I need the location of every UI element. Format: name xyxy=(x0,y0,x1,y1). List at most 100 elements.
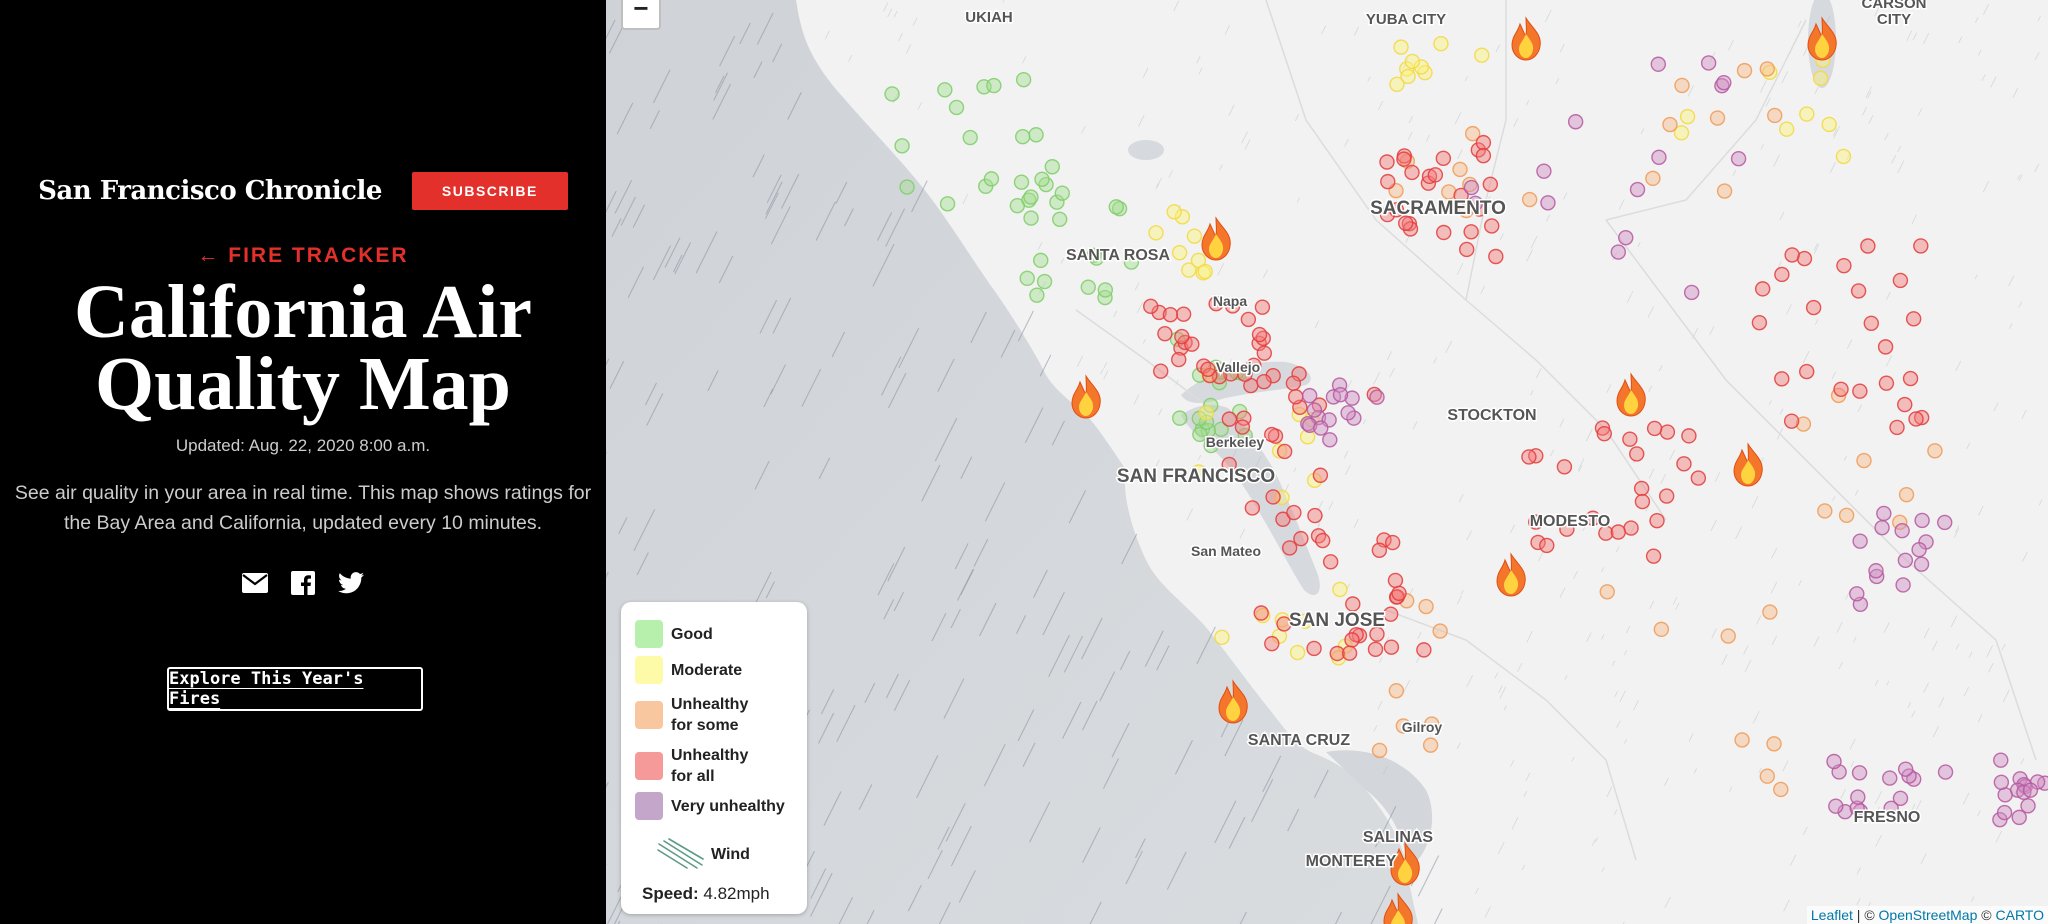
wind-streak xyxy=(1426,134,1430,142)
leaflet-link[interactable]: Leaflet xyxy=(1811,907,1853,923)
explore-fires-button[interactable]: Explore This Year's Fires xyxy=(167,667,423,711)
wind-streak xyxy=(1464,76,1469,82)
sensor-dot-very-unhealthy xyxy=(1996,804,2013,821)
wind-streak xyxy=(1779,212,1785,221)
facebook-icon[interactable] xyxy=(290,570,316,596)
sensor-dot-good xyxy=(937,82,953,98)
wind-streak xyxy=(1938,696,1945,708)
wind-streak xyxy=(1760,80,1767,93)
city-label: SAN JOSE xyxy=(1289,610,1385,631)
air-quality-map[interactable]: UKIAH YUBA CITY CARSON CITY SACRAMENTO SANTA … xyxy=(606,0,2048,924)
sensor-dot-unhealthy-for-some xyxy=(1599,584,1615,600)
fire-tracker-link[interactable]: ← FIRE TRACKER xyxy=(0,244,606,268)
wind-streak xyxy=(1721,654,1728,666)
wind-streak xyxy=(1897,160,1905,174)
sensor-dot-good xyxy=(962,129,978,146)
wind-streak xyxy=(887,8,893,18)
wind-streak xyxy=(1377,700,1383,710)
wind-streak xyxy=(1536,368,1542,379)
wind-streak xyxy=(1648,468,1655,479)
wind-streak xyxy=(1770,581,1778,594)
wind-streak xyxy=(1563,192,1568,200)
sensor-dot-very-unhealthy xyxy=(1914,512,1930,529)
wind-streak xyxy=(1843,455,1848,461)
sensor-dot-unhealthy-for-all xyxy=(1157,325,1173,342)
wind-streak xyxy=(1314,320,1320,329)
wind-streak xyxy=(1103,362,1108,368)
wind-streak xyxy=(1625,625,1631,634)
sensor-dot-unhealthy-for-all xyxy=(1265,489,1281,505)
email-icon[interactable] xyxy=(242,570,268,596)
map-canvas[interactable]: UKIAH YUBA CITYCARSONCITYSACRAMENTOSANTA … xyxy=(606,0,2048,924)
zoom-out-button[interactable]: − xyxy=(621,0,661,30)
sensor-dot-unhealthy-for-all xyxy=(1459,241,1475,258)
osm-link[interactable]: OpenStreetMap xyxy=(1879,907,1978,923)
wind-streak xyxy=(1559,587,1566,599)
wind-streak xyxy=(1457,149,1463,160)
legend-item-unhealthy-for-some: Unhealthy for some xyxy=(635,694,761,736)
wind-streak xyxy=(1771,547,1778,559)
sensor-dot-good xyxy=(948,99,965,116)
wind-streak xyxy=(2001,643,2006,651)
wind-speed: Speed: 4.82mph xyxy=(642,884,770,904)
city-label: SALINAS xyxy=(1363,829,1434,846)
wind-streak xyxy=(1955,643,1960,650)
sensor-dot-unhealthy-for-all xyxy=(1200,361,1216,377)
wind-streak xyxy=(1526,249,1533,262)
sensor-dot-very-unhealthy xyxy=(1322,432,1338,448)
city-label: Berkeley xyxy=(1206,434,1265,450)
sensor-dot-unhealthy-for-all xyxy=(1484,218,1500,234)
wind-streak xyxy=(1923,682,1929,693)
wind-streak xyxy=(1017,310,1034,342)
sensor-dot-very-unhealthy xyxy=(1567,114,1584,130)
sensor-dot-unhealthy-for-all xyxy=(1676,456,1692,472)
sensor-dot-moderate xyxy=(1198,405,1215,421)
wind-streak xyxy=(1456,262,1464,276)
sensor-dot-very-unhealthy xyxy=(1369,389,1385,405)
wind-streak xyxy=(1744,659,1752,673)
sensor-dot-unhealthy-for-all xyxy=(1322,554,1339,570)
wind-streak xyxy=(1408,115,1414,124)
wind-streak xyxy=(1513,118,1519,127)
legend-swatch-very-unhealthy xyxy=(635,792,663,820)
wind-streak xyxy=(1688,733,1694,742)
wind-streak xyxy=(912,17,918,26)
sensor-dot-very-unhealthy xyxy=(1700,55,1717,71)
subscribe-button[interactable]: SUBSCRIBE xyxy=(411,172,568,210)
wind-streak xyxy=(1373,371,1381,385)
sensor-dot-unhealthy-for-some xyxy=(1388,683,1405,699)
wind-streak xyxy=(1618,199,1625,210)
fire-icon xyxy=(1511,16,1541,61)
twitter-icon[interactable] xyxy=(338,570,364,596)
wind-streak xyxy=(1958,36,1963,44)
wind-streak xyxy=(1525,772,1531,782)
wind-streak xyxy=(1239,528,1245,539)
sensor-dot-unhealthy-for-all xyxy=(1463,224,1479,240)
wind-streak xyxy=(1868,115,1874,125)
sensor-dot-unhealthy-for-all xyxy=(1860,238,1876,254)
brand-logo[interactable]: San Francisco Chronicle xyxy=(38,176,382,206)
wind-streak xyxy=(1798,580,1802,586)
wind-streak xyxy=(893,10,898,18)
wind-streak xyxy=(1754,711,1760,720)
legend-label: Very unhealthy xyxy=(671,797,785,815)
wind-streak xyxy=(1857,404,1862,413)
wind-streak xyxy=(1362,419,1366,425)
sensor-dot-very-unhealthy xyxy=(1650,56,1666,72)
wind-streak xyxy=(1158,408,1163,416)
sensor-dot-good xyxy=(1172,410,1188,426)
wind-streak xyxy=(1884,133,1889,141)
sensor-dot-very-unhealthy xyxy=(1997,787,2013,803)
sensor-dot-very-unhealthy xyxy=(1993,774,2010,790)
carto-link[interactable]: CARTO xyxy=(1996,907,2045,923)
sensor-dot-unhealthy-for-all xyxy=(1629,446,1645,462)
legend-label: Good xyxy=(671,625,713,643)
sensor-dot-unhealthy-for-all xyxy=(1658,488,1675,504)
wind-streak xyxy=(1296,197,1300,203)
wind-streak xyxy=(1113,310,1118,318)
wind-streak xyxy=(1709,326,1715,336)
wind-streak xyxy=(1386,351,1392,361)
sensor-dot-unhealthy-for-some xyxy=(1716,183,1733,199)
wind-streak xyxy=(1856,898,1861,906)
sensor-dot-unhealthy-for-some xyxy=(1734,732,1750,748)
